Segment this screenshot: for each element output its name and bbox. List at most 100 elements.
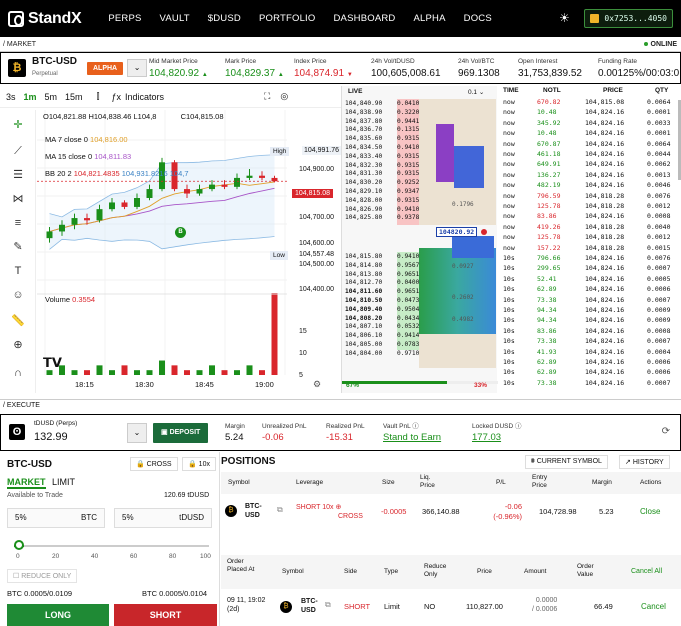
leverage-button[interactable]: 🔒 10x — [182, 457, 216, 471]
long-button[interactable]: LONG — [7, 604, 109, 626]
high-label: High — [270, 147, 290, 156]
ask-level[interactable]: 104,832.30 0.9315 — [342, 162, 498, 171]
current-symbol-filter[interactable]: ⩩ CURRENT SYMBOL — [525, 455, 608, 469]
nav-dashboard[interactable]: DASHBOARD — [334, 13, 396, 24]
refresh-icon[interactable]: ⟳ — [662, 426, 670, 437]
cancel-all-button[interactable]: Cancel All — [631, 568, 662, 576]
interval-1m[interactable]: 1m — [24, 92, 37, 102]
bid-level[interactable]: 104,806.10 0.9414 — [342, 332, 498, 341]
bid-level[interactable]: 104,811.60 0.9651 — [342, 288, 498, 297]
candle-body — [234, 177, 240, 187]
ask-level[interactable]: 104,828.00 0.9315 — [342, 197, 498, 206]
interval-15m[interactable]: 15m — [65, 92, 83, 102]
trade-notional: 73.38 — [537, 295, 557, 304]
position-symbol[interactable]: BTC-USD — [245, 502, 267, 520]
brand-logo[interactable]: StandX — [8, 10, 82, 28]
external-link-icon[interactable]: ⧉ — [277, 505, 283, 515]
locked-dusd-link[interactable]: 177.03 — [472, 432, 522, 443]
candle-type-icon[interactable]: ⫿ — [97, 91, 100, 102]
indicators-icon[interactable]: ƒx — [111, 92, 121, 102]
ma15-legend: MA 15 close 0 104,811.83 — [45, 152, 132, 161]
buy-marker[interactable]: B — [175, 227, 186, 238]
bid-level[interactable]: 104,813.80 0.9651 — [342, 271, 498, 280]
horizontal-lines-icon[interactable]: ☰ — [11, 168, 25, 182]
reduce-only-checkbox[interactable]: ☐ REDUCE ONLY — [7, 569, 78, 583]
short-button[interactable]: SHORT — [114, 604, 217, 626]
tab-market[interactable]: MARKET — [7, 477, 46, 489]
bid-level[interactable]: 104,815.80 0.9410 — [342, 253, 498, 262]
tab-limit[interactable]: LIMIT — [52, 477, 75, 487]
book-step-select[interactable]: 0.1 ⌄ — [468, 88, 484, 96]
nav-dusd[interactable]: $DUSD — [208, 13, 241, 24]
ruler-icon[interactable]: 📏 — [11, 314, 25, 328]
bid-size: 0.9410 — [397, 253, 420, 260]
text-tool-icon[interactable]: T — [11, 264, 25, 278]
close-position-button[interactable]: Close — [640, 507, 660, 516]
fullscreen-icon[interactable]: ⛶ — [264, 91, 270, 102]
camera-icon[interactable]: ◎ — [280, 91, 288, 102]
ask-level[interactable]: 104,837.80 0.9441 — [342, 118, 498, 127]
ask-level[interactable]: 104,826.90 0.9410 — [342, 206, 498, 215]
nav-vault[interactable]: VAULT — [160, 13, 190, 24]
size-slider-track[interactable] — [14, 545, 209, 547]
size-slider-handle[interactable] — [14, 540, 24, 550]
ask-level[interactable]: 104,830.20 0.9252 — [342, 179, 498, 188]
bid-level[interactable]: 104,807.10 0.0532 — [342, 323, 498, 332]
ask-level[interactable]: 104,836.70 0.1315 — [342, 126, 498, 135]
trade-price: 104,824.16 — [585, 118, 625, 127]
order-symbol[interactable]: BTC-USD — [301, 597, 323, 615]
bid-level[interactable]: 104,804.00 0.9710 — [342, 350, 498, 359]
nav-perps[interactable]: PERPS — [108, 13, 141, 24]
nav-docs[interactable]: DOCS — [464, 13, 492, 24]
chart-canvas[interactable]: O104,821.88 H104,838.46 L104,8 C104,815.… — [37, 110, 342, 393]
bid-level[interactable]: 104,814.80 0.9567 — [342, 262, 498, 271]
ask-level[interactable]: 104,834.50 0.9410 — [342, 144, 498, 153]
trade-notional: 670.82 — [537, 98, 561, 106]
fib-icon[interactable]: ≡ — [11, 216, 25, 230]
bid-level[interactable]: 104,810.50 0.0473 — [342, 297, 498, 306]
price-tick-104700: 104,700.00 — [299, 214, 335, 221]
bid-level[interactable]: 104,808.20 0.0434 — [342, 315, 498, 324]
btc-size-input[interactable]: 5% BTC — [7, 508, 105, 528]
external-link-icon[interactable]: ⧉ — [325, 600, 331, 610]
trendline-icon[interactable]: ⟋ — [11, 144, 25, 158]
cancel-order-button[interactable]: Cancel — [641, 602, 666, 611]
ask-level[interactable]: 104,833.40 0.9315 — [342, 153, 498, 162]
symbol-dropdown[interactable]: ⌄ — [127, 59, 148, 77]
interval-5m[interactable]: 5m — [45, 92, 58, 102]
crosshair-icon[interactable]: ✛ — [11, 118, 25, 132]
asset-dropdown[interactable]: ⌄ — [127, 423, 147, 443]
trade-qty: 0.0012 — [647, 202, 671, 210]
trade-row: now 125.78 104,818.28 0.0012 — [497, 201, 681, 212]
deposit-button[interactable]: ▣ DEPOSIT — [153, 423, 209, 443]
brush-icon[interactable]: ✎ — [11, 240, 25, 254]
indicators-button[interactable]: Indicators — [125, 92, 164, 102]
pattern-icon[interactable]: ⋈ — [11, 192, 25, 206]
tdusd-size-input[interactable]: 5% tDUSD — [114, 508, 212, 528]
ask-level[interactable]: 104,829.10 0.9347 — [342, 188, 498, 197]
ask-level[interactable]: 104,840.90 0.0410 — [342, 100, 498, 109]
magnet-icon[interactable]: ∩ — [11, 366, 25, 380]
chart-settings-icon[interactable]: ⚙ — [313, 379, 321, 390]
wallet-button[interactable]: 0x7253...4050 — [584, 9, 673, 28]
nav-portfolio[interactable]: PORTFOLIO — [259, 13, 316, 24]
col-order-reduce: Reduce Only — [424, 563, 447, 578]
emoji-icon[interactable]: ☺ — [11, 288, 25, 302]
bid-level[interactable]: 104,809.40 0.9504 — [342, 306, 498, 315]
ask-level[interactable]: 104,831.30 0.9315 — [342, 170, 498, 179]
stand-to-earn-link[interactable]: Stand to Earn — [383, 432, 441, 443]
margin-mode-button[interactable]: 🔒 CROSS — [130, 457, 178, 471]
ask-size: 0.0410 — [397, 100, 420, 107]
history-button[interactable]: ↗ HISTORY — [619, 455, 670, 469]
ask-level[interactable]: 104,825.80 0.9378 — [342, 214, 498, 223]
ask-level[interactable]: 104,838.90 0.3220 — [342, 109, 498, 118]
bid-level[interactable]: 104,805.00 0.0783 — [342, 341, 498, 350]
trade-qty: 0.0076 — [647, 191, 671, 200]
bid-level[interactable]: 104,812.70 0.0400 — [342, 279, 498, 288]
nav-alpha[interactable]: ALPHA — [413, 13, 445, 24]
theme-toggle-icon[interactable]: ☀ — [559, 11, 570, 25]
ask-level[interactable]: 104,835.60 0.9315 — [342, 135, 498, 144]
zoom-icon[interactable]: ⊕ — [11, 338, 25, 352]
interval-3s[interactable]: 3s — [6, 92, 16, 102]
trade-notional: 10.48 — [537, 129, 557, 138]
